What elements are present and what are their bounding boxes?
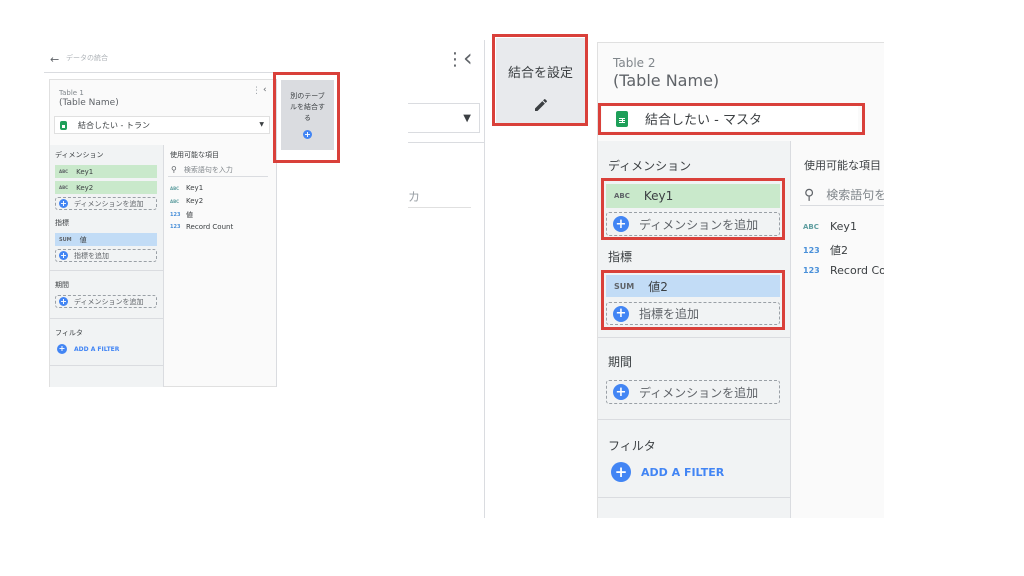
metric-type-tag: SUM — [59, 236, 72, 243]
add-icon: + — [613, 384, 629, 400]
add-dimension-label: ディメンションを追加 — [74, 199, 144, 208]
dimension-type-tag: ABC — [59, 185, 69, 190]
section-divider — [598, 497, 790, 498]
table2-label: Table 2 — [613, 56, 656, 70]
metrics-label: 指標 — [55, 219, 69, 227]
section-divider — [50, 318, 163, 319]
add-metric-label: 指標を追加 — [74, 251, 109, 260]
field-row[interactable]: 123 Record Cou — [803, 264, 884, 277]
highlight-data-source — [598, 103, 865, 135]
field-row[interactable]: 123 値2 — [803, 242, 848, 258]
add-period-dimension-button[interactable]: + ディメンションを追加 — [606, 380, 780, 404]
search-placeholder: 検索語句を — [826, 188, 884, 202]
search-placeholder: 検索語句を入力 — [183, 165, 233, 174]
add-filter-label: ADD A FILTER — [641, 465, 725, 479]
highlight-metrics — [601, 270, 785, 330]
field-name: Record Cou — [830, 264, 884, 277]
prev-panel-edge — [484, 40, 485, 518]
add-dimension-button[interactable]: + ディメンションを追加 — [55, 197, 157, 210]
field-type: ABC — [170, 185, 180, 191]
sheets-icon — [60, 120, 67, 130]
dropdown-arrow-icon: ▼ — [259, 121, 264, 128]
field-search[interactable]: ⚲ 検索語句を — [800, 184, 884, 206]
section-divider — [598, 419, 790, 420]
field-row[interactable]: ABC Key1 — [803, 220, 857, 233]
search-icon: ⚲ — [804, 186, 815, 203]
field-type: 123 — [170, 212, 181, 218]
dimension-name: Key1 — [76, 167, 94, 176]
data-source-name: 結合したい - トラン — [78, 120, 150, 130]
dimension-chip-key1[interactable]: ABC Key1 — [55, 165, 157, 178]
collapse-chevron-icon[interactable]: ‹ — [463, 44, 473, 72]
header-title: データの統合 — [66, 54, 108, 62]
table1-label: Table 1 — [59, 89, 84, 97]
add-filter-button[interactable]: + ADD A FILTER — [611, 462, 724, 482]
add-filter-button[interactable]: + ADD A FILTER — [57, 344, 119, 354]
more-vert-icon[interactable]: ⋮ — [446, 49, 464, 70]
add-metric-button[interactable]: + 指標を追加 — [55, 249, 157, 262]
section-divider — [50, 365, 163, 366]
field-name: 値 — [186, 211, 193, 219]
metric-chip-value[interactable]: SUM 値 — [55, 233, 157, 246]
table1-name: (Table Name) — [59, 98, 119, 108]
filter-label: フィルタ — [55, 329, 83, 337]
prev-search-underline — [408, 207, 471, 208]
dimension-chip-key2[interactable]: ABC Key2 — [55, 181, 157, 194]
column-divider — [163, 145, 164, 387]
field-type: 123 — [803, 266, 820, 275]
filter-label: フィルタ — [608, 439, 656, 453]
field-type: ABC — [803, 222, 819, 231]
more-vert-icon[interactable]: ⋮ — [252, 86, 261, 96]
available-fields-label: 使用可能な項目 — [170, 151, 219, 159]
add-icon: + — [611, 462, 631, 482]
dropdown-arrow-icon: ▼ — [463, 113, 471, 124]
field-name: Key2 — [186, 197, 204, 205]
dimensions-label: ディメンション — [55, 151, 104, 159]
add-filter-label: ADD A FILTER — [74, 345, 120, 353]
search-icon: ⚲ — [171, 165, 177, 174]
back-arrow-icon[interactable]: ← — [50, 53, 59, 66]
table2-name: (Table Name) — [613, 71, 720, 90]
highlight-dimensions — [601, 178, 785, 240]
prev-source-select[interactable]: ▼ — [408, 103, 480, 133]
add-period-dimension-label: ディメンションを追加 — [639, 385, 759, 400]
dimensions-label: ディメンション — [608, 159, 692, 173]
dimension-name: Key2 — [76, 183, 94, 192]
field-type: ABC — [170, 198, 180, 204]
field-name: Key1 — [830, 220, 857, 233]
prev-panel-divider — [408, 142, 484, 143]
field-type: 123 — [170, 224, 181, 230]
add-icon: + — [59, 296, 68, 306]
field-name: 値2 — [830, 244, 848, 257]
field-search[interactable]: ⚲ 検索語句を入力 — [168, 163, 268, 177]
data-source-select[interactable]: 結合したい - トラン ▼ — [54, 116, 270, 134]
field-row[interactable]: 123 値 — [170, 210, 193, 220]
field-type: 123 — [803, 245, 820, 255]
metric-name: 値 — [79, 235, 87, 244]
section-divider — [50, 270, 163, 271]
metrics-label: 指標 — [608, 250, 633, 264]
field-name: Record Count — [186, 223, 234, 231]
field-row[interactable]: ABC Key2 — [170, 197, 203, 205]
dimension-type-tag: ABC — [59, 169, 69, 174]
prev-search-fragment: カ — [408, 190, 421, 204]
highlight-join-button — [273, 72, 340, 163]
field-row[interactable]: ABC Key1 — [170, 184, 203, 192]
field-name: Key1 — [186, 184, 204, 192]
add-icon: + — [59, 250, 68, 260]
add-period-dimension-label: ディメンションを追加 — [74, 297, 144, 306]
section-divider — [598, 337, 790, 338]
collapse-chevron-icon[interactable]: ‹ — [263, 85, 267, 95]
field-row[interactable]: 123 Record Count — [170, 223, 233, 231]
add-icon: + — [57, 344, 67, 354]
period-label: 期間 — [608, 355, 633, 369]
add-icon: + — [59, 198, 68, 208]
column-divider — [790, 141, 791, 518]
period-label: 期間 — [55, 281, 69, 289]
available-fields-label: 使用可能な項目 — [804, 159, 881, 172]
highlight-configure-join — [492, 34, 588, 126]
add-period-dimension-button[interactable]: + ディメンションを追加 — [55, 295, 157, 308]
